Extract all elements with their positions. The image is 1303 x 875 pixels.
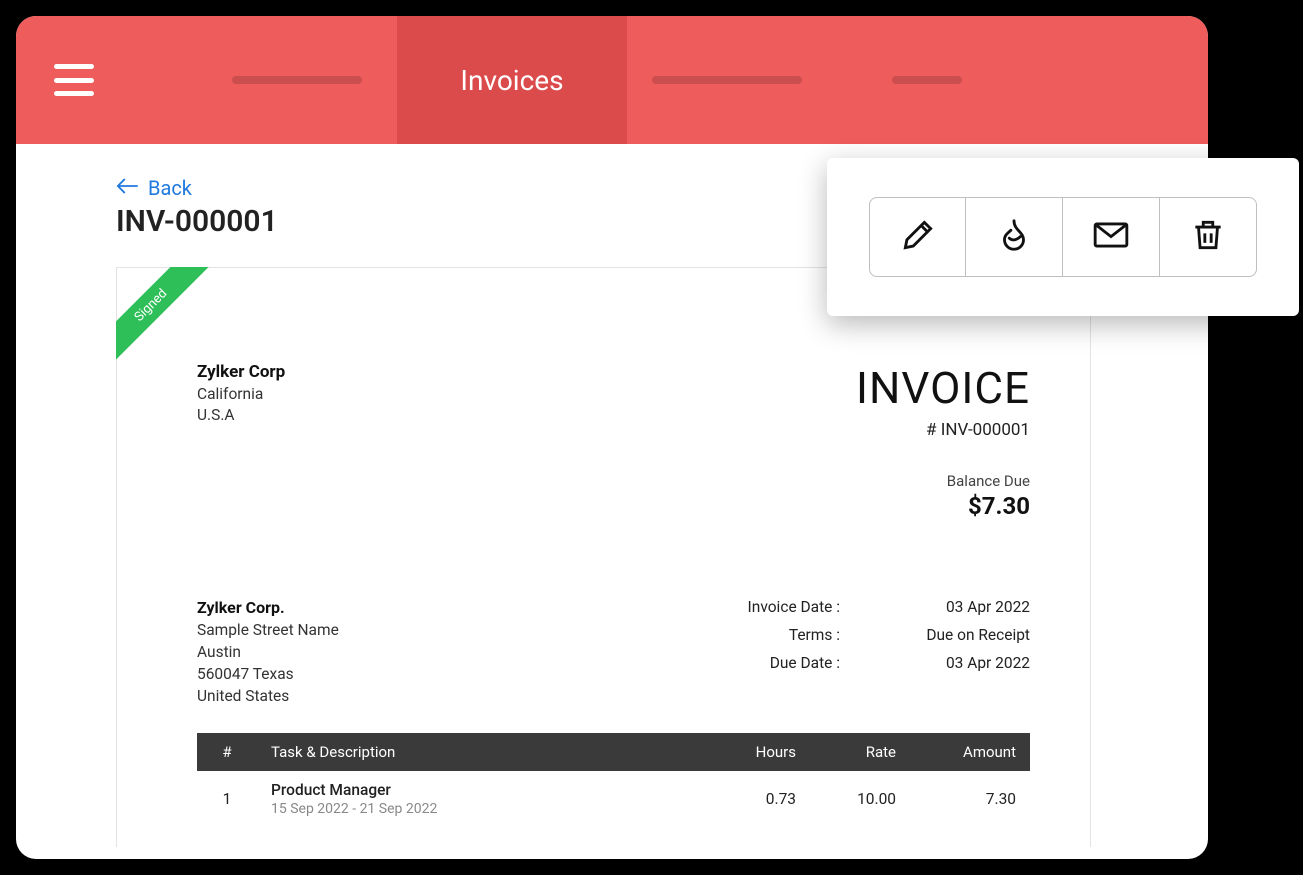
balance-label: Balance Due [856,472,1030,490]
document-wrapper: Signed Zylker Corp California U.S.A INVO… [116,267,1128,847]
meta-val-invoice-date: 03 Apr 2022 [910,598,1030,616]
action-toolbar [827,158,1299,316]
meta-key-terms: Terms : [730,626,840,644]
trash-icon [1189,216,1227,258]
invoice-word: INVOICE [856,362,1030,414]
tab-invoices[interactable]: Invoices [397,16,627,144]
balance-value: $7.30 [856,492,1030,520]
row-num: 1 [197,771,257,827]
task-name: Product Manager [271,781,696,799]
meta-key-due-date: Due Date : [730,654,840,672]
to-name: Zylker Corp. [197,598,339,617]
ribbon-label: Signed [116,267,217,372]
row-hours: 0.73 [710,771,810,827]
invoice-meta: Invoice Date : 03 Apr 2022 Terms : Due on … [730,598,1030,705]
app-window: Invoices Back INV-000001 Signed Zylker C… [16,16,1208,859]
meta-val-terms: Due on Receipt [910,626,1030,644]
to-address: Zylker Corp. Sample Street Name Austin 5… [197,598,339,705]
tab-placeholder[interactable] [197,16,397,144]
row-rate: 10.00 [810,771,910,827]
col-hours: Hours [710,733,810,771]
row-amount: 7.30 [910,771,1030,827]
invoice-header: INVOICE # INV-000001 Balance Due $7.30 [856,362,1030,520]
arrow-left-icon [116,176,138,200]
col-task: Task & Description [257,733,710,771]
from-line1: California [197,385,285,403]
meta-key-invoice-date: Invoice Date : [730,598,840,616]
col-rate: Rate [810,733,910,771]
mail-icon [1092,216,1130,258]
tab-strip: Invoices [16,16,1208,144]
col-num: # [197,733,257,771]
to-line3: 560047 Texas [197,665,339,683]
from-line2: U.S.A [197,406,285,424]
meta-val-due-date: 03 Apr 2022 [910,654,1030,672]
to-line4: United States [197,687,339,705]
task-subtext: 15 Sep 2022 - 21 Sep 2022 [271,801,696,817]
back-label: Back [148,176,192,200]
signed-ribbon: Signed [116,267,221,372]
table-row: 1 Product Manager 15 Sep 2022 - 21 Sep 2… [197,771,1030,827]
col-amount: Amount [910,733,1030,771]
table-header-row: # Task & Description Hours Rate Amount [197,733,1030,771]
row-task: Product Manager 15 Sep 2022 - 21 Sep 202… [257,771,710,827]
to-line2: Austin [197,643,339,661]
invoice-number: # INV-000001 [856,420,1030,440]
pdf-icon [995,216,1033,258]
pdf-button[interactable] [966,197,1063,277]
to-line1: Sample Street Name [197,621,339,639]
line-items-table: # Task & Description Hours Rate Amount 1… [197,733,1030,827]
pencil-icon [899,216,937,258]
hamburger-menu-icon[interactable] [54,64,94,96]
back-link[interactable]: Back [116,176,192,200]
edit-button[interactable] [869,197,966,277]
invoice-document: Signed Zylker Corp California U.S.A INVO… [116,267,1091,847]
tab-placeholder[interactable] [627,16,827,144]
email-button[interactable] [1063,197,1160,277]
delete-button[interactable] [1160,197,1257,277]
from-address: Zylker Corp California U.S.A [197,362,285,520]
top-bar: Invoices [16,16,1208,144]
tab-placeholder[interactable] [827,16,1027,144]
